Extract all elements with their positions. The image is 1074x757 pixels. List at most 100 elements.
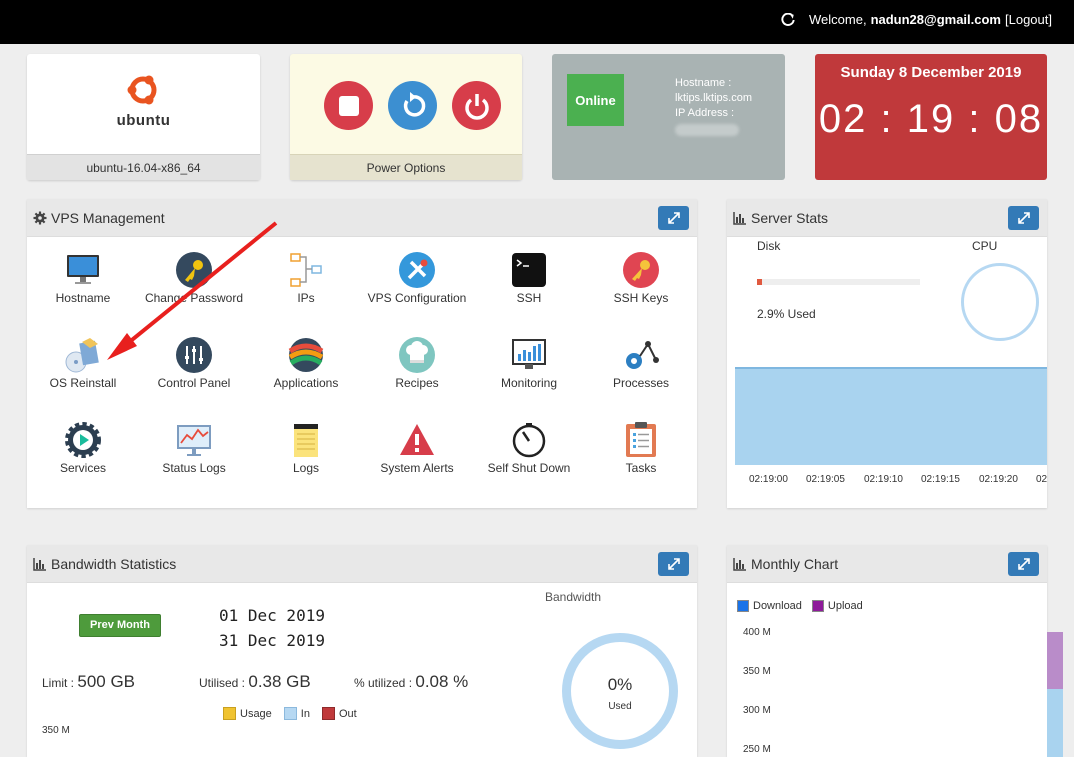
limit-metric: Limit : 500 GB bbox=[42, 672, 135, 692]
refresh-icon[interactable] bbox=[781, 12, 795, 27]
bandwidth-header: Bandwidth Statistics bbox=[27, 545, 697, 583]
disk-usage-bar bbox=[757, 279, 920, 285]
tile-label: Processes bbox=[612, 376, 670, 390]
tile-label: Applications bbox=[273, 376, 339, 390]
power-off-button[interactable] bbox=[452, 81, 501, 130]
tile-label: VPS Configuration bbox=[367, 291, 467, 305]
legend-label: Download bbox=[753, 600, 802, 612]
user-email: nadun28@gmail.com bbox=[870, 12, 1001, 27]
key-icon bbox=[176, 252, 212, 288]
monthly-legend: Download Upload bbox=[737, 600, 863, 612]
server-stats-header: Server Stats bbox=[727, 199, 1047, 237]
y-tick: 300 M bbox=[743, 705, 771, 716]
tile-label: IPs bbox=[297, 291, 315, 305]
tile-ssh-keys[interactable]: SSH Keys bbox=[586, 251, 696, 305]
tile-label: SSH Keys bbox=[613, 291, 669, 305]
tile-control-panel[interactable]: Control Panel bbox=[139, 336, 249, 390]
legend-label: Usage bbox=[240, 707, 272, 720]
logout-link[interactable]: [Logout] bbox=[1005, 12, 1052, 27]
tile-processes[interactable]: Processes bbox=[586, 336, 696, 390]
panel-title: Bandwidth Statistics bbox=[51, 555, 177, 572]
terminal-icon bbox=[512, 253, 546, 287]
tile-os-reinstall[interactable]: OS Reinstall bbox=[28, 336, 138, 390]
ip-value-redacted bbox=[675, 124, 739, 136]
tile-hostname[interactable]: Hostname bbox=[28, 251, 138, 305]
y-tick: 400 M bbox=[743, 627, 771, 638]
download-bar bbox=[1047, 689, 1063, 757]
y-tick: 350 M bbox=[42, 725, 70, 736]
timer-icon bbox=[512, 423, 546, 458]
clock-date: Sunday 8 December 2019 bbox=[840, 64, 1022, 81]
tile-tasks[interactable]: Tasks bbox=[586, 421, 696, 475]
network-icon bbox=[290, 253, 322, 287]
monitoring-icon bbox=[512, 339, 546, 369]
clock-time: 02 : 19 : 08 bbox=[818, 97, 1044, 141]
expand-button[interactable] bbox=[1008, 552, 1039, 576]
tile-services[interactable]: Services bbox=[28, 421, 138, 475]
tile-label: Self Shut Down bbox=[487, 461, 571, 475]
expand-icon bbox=[1017, 558, 1030, 570]
notepad-icon bbox=[294, 424, 318, 457]
vps-management-header: VPS Management bbox=[27, 199, 697, 237]
panel-title: Server Stats bbox=[751, 209, 829, 226]
status-card: Online Hostname : lktips.lktips.com IP A… bbox=[552, 54, 785, 180]
time-tick: 02:19:05 bbox=[806, 474, 845, 485]
restart-button[interactable] bbox=[388, 81, 437, 130]
tile-logs[interactable]: Logs bbox=[251, 421, 361, 475]
vps-management-panel: VPS Management Hostname Change Password … bbox=[27, 199, 697, 508]
pct-value: 0.08 % bbox=[415, 672, 469, 691]
tile-status-logs[interactable]: Status Logs bbox=[139, 421, 249, 475]
ssh-key-icon bbox=[623, 252, 659, 288]
restart-icon bbox=[403, 91, 425, 117]
utilised-metric: Utilised : 0.38 GB bbox=[199, 672, 311, 692]
power-card: Power Options bbox=[290, 54, 522, 180]
end-date: 31 Dec 2019 bbox=[219, 631, 325, 650]
tile-label: Logs bbox=[292, 461, 320, 475]
tile-self-shut-down[interactable]: Self Shut Down bbox=[474, 421, 584, 475]
tile-ssh[interactable]: SSH bbox=[474, 251, 584, 305]
sliders-icon bbox=[176, 337, 212, 373]
hostname-value: lktips.lktips.com bbox=[675, 92, 753, 104]
expand-icon bbox=[667, 212, 680, 224]
tile-label: Tasks bbox=[625, 461, 657, 475]
upload-swatch bbox=[811, 600, 824, 612]
y-tick: 250 M bbox=[743, 744, 771, 755]
tile-recipes[interactable]: Recipes bbox=[362, 336, 472, 390]
welcome-text: Welcome, bbox=[809, 12, 867, 27]
tile-applications[interactable]: Applications bbox=[251, 336, 361, 390]
start-date: 01 Dec 2019 bbox=[219, 606, 325, 625]
expand-button[interactable] bbox=[658, 206, 689, 230]
server-stats-panel: Server Stats Disk CPU 2.9% Used 02:19:00… bbox=[727, 199, 1047, 508]
stop-icon bbox=[338, 95, 359, 116]
in-swatch bbox=[283, 707, 297, 720]
bar-chart-icon bbox=[733, 211, 746, 225]
ubuntu-logo-text: ubuntu bbox=[116, 112, 171, 129]
date-range: 01 Dec 2019 31 Dec 2019 bbox=[219, 603, 325, 653]
disk-used-text: 2.9% Used bbox=[757, 307, 816, 321]
stats-area-chart bbox=[735, 367, 1047, 465]
utilised-label: Utilised : bbox=[199, 676, 246, 690]
time-tick: 02:19:00 bbox=[749, 474, 788, 485]
welcome-area: Welcome, nadun28@gmail.com [Logout] bbox=[781, 12, 1052, 27]
stop-button[interactable] bbox=[324, 81, 373, 130]
bandwidth-chart-title: Bandwidth bbox=[545, 590, 602, 604]
tile-label: Hostname bbox=[55, 291, 111, 305]
tile-vps-configuration[interactable]: VPS Configuration bbox=[362, 251, 472, 305]
tile-ips[interactable]: IPs bbox=[251, 251, 361, 305]
expand-button[interactable] bbox=[1008, 206, 1039, 230]
hostname-label: Hostname : bbox=[675, 77, 732, 89]
tile-monitoring[interactable]: Monitoring bbox=[474, 336, 584, 390]
gauge-label: Used bbox=[608, 701, 632, 712]
tile-system-alerts[interactable]: System Alerts bbox=[362, 421, 472, 475]
prev-month-button[interactable]: Prev Month bbox=[79, 614, 161, 637]
y-tick: 350 M bbox=[743, 666, 771, 677]
tile-label: SSH bbox=[516, 291, 542, 305]
host-info: Hostname : lktips.lktips.com IP Address … bbox=[675, 76, 752, 141]
tile-label: System Alerts bbox=[380, 461, 454, 475]
panel-title: VPS Management bbox=[51, 209, 165, 226]
tile-change-password[interactable]: Change Password bbox=[139, 251, 249, 305]
tools-icon bbox=[399, 252, 435, 288]
power-icon bbox=[464, 93, 489, 120]
expand-button[interactable] bbox=[658, 552, 689, 576]
time-tick: 02:19:15 bbox=[921, 474, 960, 485]
